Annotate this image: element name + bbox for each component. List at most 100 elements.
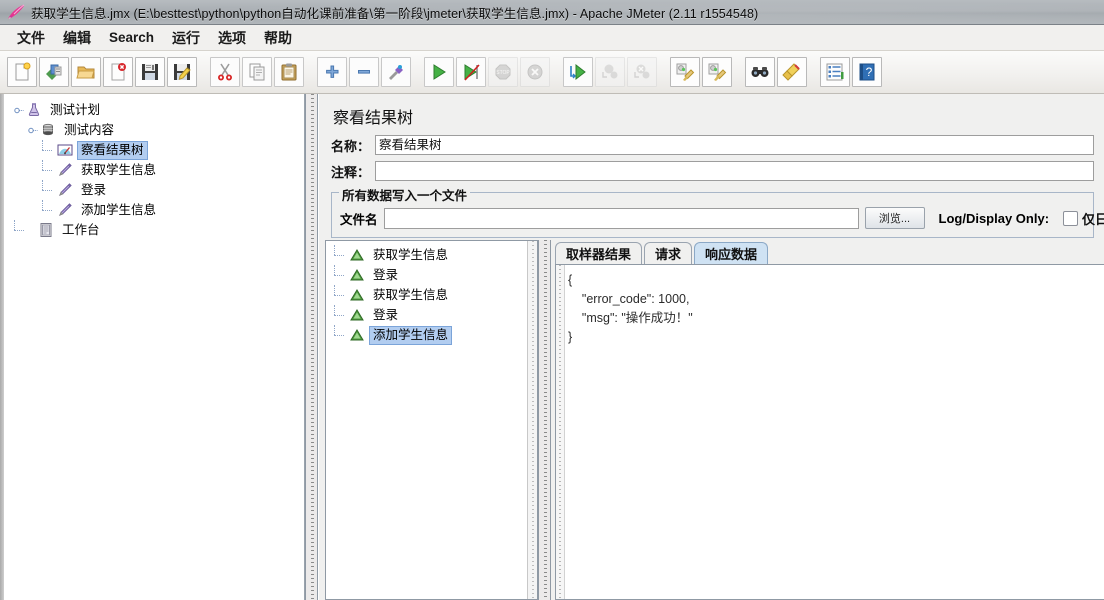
main-split-divider[interactable] xyxy=(305,94,318,600)
tab-response-data[interactable]: 响应数据 xyxy=(694,242,769,264)
errors-only-checkbox[interactable] xyxy=(1063,210,1079,226)
save-as-icon[interactable] xyxy=(167,57,197,87)
result-label-selected[interactable]: 添加学生信息 xyxy=(368,325,453,345)
success-icon xyxy=(348,286,366,304)
filename-row: 文件名 浏览... Log/Display Only: 仅日志错误 Su xyxy=(340,207,1104,229)
split-grip xyxy=(544,240,547,600)
tab-sampler-result[interactable]: 取样器结果 xyxy=(555,242,643,264)
expand-knob-icon[interactable] xyxy=(28,125,39,136)
tree-node-sampler-3[interactable]: 添加学生信息 xyxy=(6,200,304,220)
tree-label[interactable]: 测试内容 xyxy=(61,122,117,139)
result-item[interactable]: 登录 xyxy=(328,265,537,285)
tree-connector xyxy=(334,285,348,305)
http-sampler-icon xyxy=(56,201,74,219)
menu-file[interactable]: 文件 xyxy=(8,26,54,50)
filename-label: 文件名 xyxy=(340,212,378,227)
tree-label[interactable]: 工作台 xyxy=(59,222,103,239)
result-label[interactable]: 获取学生信息 xyxy=(370,287,451,304)
result-label[interactable]: 获取学生信息 xyxy=(370,247,451,264)
result-label[interactable]: 登录 xyxy=(370,307,401,324)
name-input[interactable]: 察看结果树 xyxy=(375,135,1094,155)
http-sampler-icon xyxy=(56,161,74,179)
tree-node-sampler-2[interactable]: 登录 xyxy=(6,180,304,200)
split-grip xyxy=(311,94,314,600)
menu-search[interactable]: Search xyxy=(100,28,163,47)
start-no-pause-icon[interactable] xyxy=(456,57,486,87)
toggle-icon[interactable] xyxy=(381,57,411,87)
view-results-tree-panel: 察看结果树 名称： 察看结果树 注释： 所有数据写入一个文件 文件名 浏览...… xyxy=(319,94,1104,600)
svg-text:?: ? xyxy=(866,65,873,79)
help-icon[interactable]: ? xyxy=(852,57,882,87)
remote-stop-all-icon xyxy=(595,57,625,87)
results-area: 获取学生信息 登录 获取学生信息 登录 添加学生信息 取样器结果 请求 响应数据… xyxy=(319,240,1104,600)
result-item-selected[interactable]: 添加学生信息 xyxy=(328,325,537,345)
toolbar-separator xyxy=(808,57,819,87)
toolbar-separator xyxy=(733,57,744,87)
browse-button[interactable]: 浏览... xyxy=(864,207,925,229)
paste-icon[interactable] xyxy=(274,57,304,87)
copy-icon[interactable] xyxy=(242,57,272,87)
result-label[interactable]: 登录 xyxy=(370,267,401,284)
comment-input[interactable] xyxy=(375,161,1094,181)
menu-options[interactable]: 选项 xyxy=(209,26,255,50)
open-icon[interactable] xyxy=(71,57,101,87)
results-scrollbar[interactable] xyxy=(527,241,537,599)
result-item[interactable]: 获取学生信息 xyxy=(328,285,537,305)
menu-run[interactable]: 运行 xyxy=(163,26,209,50)
write-all-data-groupbox: 所有数据写入一个文件 文件名 浏览... Log/Display Only: 仅… xyxy=(331,185,1104,238)
tree-connector xyxy=(42,160,56,180)
new-icon[interactable] xyxy=(7,57,37,87)
tree-node-thread-group[interactable]: 测试内容 xyxy=(6,120,304,140)
result-item[interactable]: 获取学生信息 xyxy=(328,245,537,265)
log-display-only-label: Log/Display Only: xyxy=(938,210,1050,226)
function-helper-icon[interactable] xyxy=(820,57,850,87)
stop-icon: STOP xyxy=(488,57,518,87)
expand-all-icon[interactable] xyxy=(317,57,347,87)
result-detail: 取样器结果 请求 响应数据 { "error_code": 1000, "msg… xyxy=(551,240,1104,600)
save-icon[interactable] xyxy=(135,57,165,87)
tree-label[interactable]: 登录 xyxy=(78,182,109,199)
clear-icon[interactable] xyxy=(670,57,700,87)
result-item[interactable]: 登录 xyxy=(328,305,537,325)
tree-label-selected[interactable]: 察看结果树 xyxy=(77,140,148,160)
menu-bar: 文件 编辑 Search 运行 选项 帮助 xyxy=(0,25,1104,51)
toolbar-separator xyxy=(412,57,423,87)
tree-node-workbench[interactable]: 工作台 xyxy=(6,220,304,240)
tree-connector xyxy=(14,220,28,240)
results-tree: 获取学生信息 登录 获取学生信息 登录 添加学生信息 xyxy=(326,241,537,345)
results-split-divider[interactable] xyxy=(538,240,551,600)
tree-connector xyxy=(334,265,348,285)
collapse-all-icon[interactable] xyxy=(349,57,379,87)
comment-label: 注释： xyxy=(331,164,371,180)
remote-start-all-icon[interactable] xyxy=(563,57,593,87)
remote-shutdown-all-icon xyxy=(627,57,657,87)
tree-connector xyxy=(42,200,56,220)
tree-label[interactable]: 获取学生信息 xyxy=(78,162,159,179)
tree-label[interactable]: 添加学生信息 xyxy=(78,202,159,219)
name-field-row: 名称： 察看结果树 xyxy=(331,134,1094,156)
clear-all-icon[interactable] xyxy=(702,57,732,87)
close-icon[interactable] xyxy=(103,57,133,87)
search-icon[interactable] xyxy=(745,57,775,87)
tree-node-view-results-tree[interactable]: 察看结果树 xyxy=(6,140,304,160)
tab-request[interactable]: 请求 xyxy=(644,242,693,264)
response-data-panel: { "error_code": 1000, "msg": "操作成功！" } xyxy=(555,264,1104,600)
templates-icon[interactable] xyxy=(39,57,69,87)
expand-knob-icon[interactable] xyxy=(14,105,25,116)
comment-field-row: 注释： xyxy=(331,160,1094,182)
feather-pen-icon xyxy=(6,3,28,21)
tree-node-test-plan[interactable]: 测试计划 xyxy=(6,100,304,120)
start-icon[interactable] xyxy=(424,57,454,87)
reset-search-icon[interactable] xyxy=(777,57,807,87)
menu-help[interactable]: 帮助 xyxy=(255,26,301,50)
tree-node-sampler-1[interactable]: 获取学生信息 xyxy=(6,160,304,180)
filename-input[interactable] xyxy=(383,207,859,229)
menu-edit[interactable]: 编辑 xyxy=(54,26,100,50)
tree-label[interactable]: 测试计划 xyxy=(47,102,103,119)
response-scrollbar[interactable] xyxy=(556,265,565,599)
workbench-icon xyxy=(37,221,55,239)
groupbox-title: 所有数据写入一个文件 xyxy=(339,185,471,204)
view-results-tree-icon xyxy=(56,141,74,159)
errors-only-checkbox-wrap[interactable]: 仅日志错误 xyxy=(1063,209,1104,228)
cut-icon[interactable] xyxy=(210,57,240,87)
